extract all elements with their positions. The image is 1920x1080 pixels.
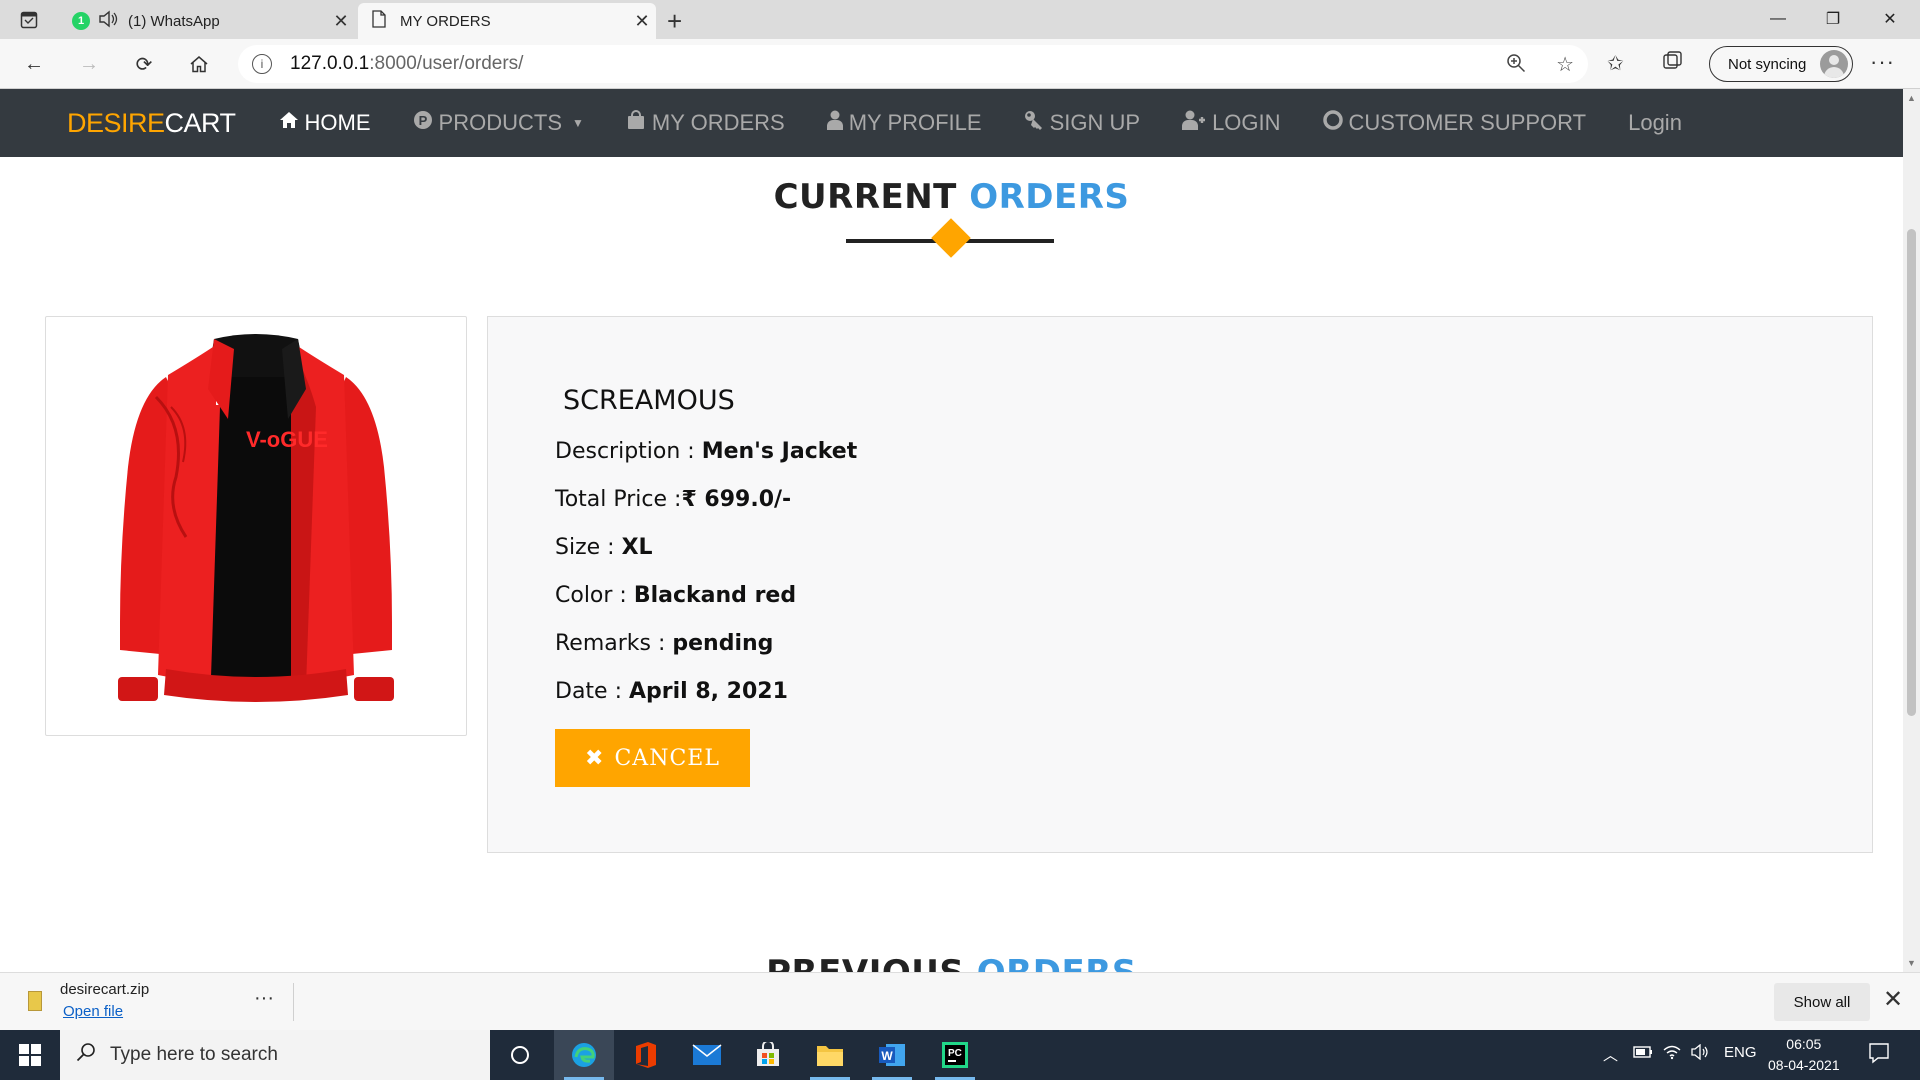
close-window-icon[interactable]: ✕: [1865, 4, 1915, 34]
scrollbar-thumb[interactable]: [1907, 229, 1916, 716]
nav-home[interactable]: HOME: [279, 110, 371, 136]
edge-browser-icon[interactable]: [554, 1030, 614, 1080]
svg-text:W: W: [881, 1049, 893, 1063]
back-icon[interactable]: ←: [16, 49, 52, 79]
close-tab-icon[interactable]: ✕: [327, 11, 355, 32]
close-shelf-icon[interactable]: ✕: [1883, 985, 1903, 1014]
shelf-divider: [293, 983, 294, 1021]
nav-products[interactable]: P PRODUCTS ▼: [413, 110, 584, 136]
close-icon: ✖: [585, 745, 605, 771]
remarks-row: Remarks : pending: [555, 631, 774, 656]
cancel-order-button[interactable]: ✖ CANCEL: [555, 729, 750, 787]
chevron-down-icon: ▼: [572, 116, 584, 130]
product-image-jacket: V-oGUE: [118, 334, 394, 702]
notifications-icon[interactable]: [1868, 1042, 1890, 1068]
tab-whatsapp[interactable]: 1 (1) WhatsApp ✕: [60, 3, 355, 39]
browser-toolbar: ← → ⟳ i 127.0.0.1:8000/user/orders/ ☆ ✩ …: [0, 39, 1920, 89]
cortana-icon[interactable]: [490, 1030, 550, 1080]
product-name: SCREAMOUS: [563, 385, 735, 416]
speaker-icon[interactable]: [98, 10, 118, 32]
page-icon: [372, 10, 386, 32]
nav-login-link[interactable]: Login: [1628, 110, 1682, 136]
windows-start-icon[interactable]: [0, 1030, 60, 1080]
pycharm-icon[interactable]: PC: [925, 1030, 985, 1080]
download-more-icon[interactable]: ···: [254, 987, 274, 1010]
nav-login[interactable]: LOGIN: [1182, 110, 1281, 136]
products-icon: P: [413, 110, 433, 136]
word-icon[interactable]: W: [862, 1030, 922, 1080]
forward-icon[interactable]: →: [71, 49, 107, 79]
order-details-card: SCREAMOUS Description : Men's Jacket Tot…: [487, 316, 1873, 853]
site-navbar: DESIRECART HOME P PRODUCTS ▼ MY ORDERS M…: [0, 89, 1903, 157]
nav-sign-up[interactable]: SIGN UP: [1024, 110, 1140, 136]
whatsapp-icon: 1: [72, 12, 90, 30]
user-icon: [826, 110, 843, 136]
battery-icon[interactable]: [1633, 1044, 1653, 1064]
office-icon[interactable]: [616, 1030, 676, 1080]
favorites-icon[interactable]: ✩: [1607, 51, 1624, 76]
address-bar[interactable]: i 127.0.0.1:8000/user/orders/ ☆: [238, 45, 1588, 83]
shopping-bag-icon: [626, 110, 646, 136]
add-favorite-icon[interactable]: ☆: [1556, 52, 1574, 77]
nav-my-profile[interactable]: MY PROFILE: [826, 110, 982, 136]
open-file-link[interactable]: Open file: [63, 1003, 123, 1020]
size-row: Size : XL: [555, 535, 653, 560]
tab-title: MY ORDERS: [400, 12, 491, 30]
divider-diamond: [931, 218, 971, 258]
page-viewport: DESIRECART HOME P PRODUCTS ▼ MY ORDERS M…: [0, 89, 1903, 972]
nav-my-orders[interactable]: MY ORDERS: [626, 110, 785, 136]
current-orders-heading: CURRENT ORDERS: [773, 177, 1130, 217]
user-plus-icon: [1182, 110, 1206, 136]
nav-customer-support[interactable]: CUSTOMER SUPPORT: [1322, 110, 1586, 136]
download-filename[interactable]: desirecart.zip: [60, 981, 149, 998]
restore-icon[interactable]: ❐: [1808, 4, 1858, 34]
key-icon: [1024, 110, 1044, 136]
wifi-icon[interactable]: [1663, 1044, 1681, 1064]
url-text: 127.0.0.1:8000/user/orders/: [290, 53, 524, 74]
page-scrollbar[interactable]: ▲ ▼: [1903, 89, 1920, 972]
color-row: Color : Blackand red: [555, 583, 797, 608]
taskbar-search-box[interactable]: Type here to search: [60, 1030, 490, 1080]
home-browser-icon[interactable]: [181, 49, 217, 79]
more-options-icon[interactable]: ···: [1870, 49, 1895, 75]
taskbar-clock[interactable]: 06:05 08-04-2021: [1768, 1034, 1840, 1076]
price-row: Total Price :₹ 699.0/-: [555, 487, 792, 512]
svg-text:PC: PC: [948, 1048, 962, 1059]
product-image-card: V-oGUE: [45, 316, 467, 736]
volume-icon[interactable]: [1690, 1043, 1710, 1064]
tray-chevron-up-icon[interactable]: ︿: [1603, 1044, 1618, 1065]
home-icon: [279, 111, 299, 135]
search-icon: [76, 1042, 96, 1068]
new-tab-button[interactable]: +: [667, 6, 682, 37]
site-info-icon[interactable]: i: [252, 54, 272, 74]
close-tab-icon[interactable]: ✕: [628, 11, 656, 32]
profile-sync-button[interactable]: Not syncing: [1709, 46, 1853, 82]
refresh-icon[interactable]: ⟳: [126, 49, 162, 79]
show-all-button[interactable]: Show all: [1774, 983, 1870, 1021]
file-explorer-icon[interactable]: [800, 1030, 860, 1080]
scroll-up-icon[interactable]: ▲: [1907, 93, 1916, 103]
minimize-icon[interactable]: —: [1753, 4, 1803, 34]
browser-tab-bar: 1 (1) WhatsApp ✕ MY ORDERS ✕ + — ❐ ✕: [0, 0, 1920, 39]
description-row: Description : Men's Jacket: [555, 439, 858, 464]
life-ring-icon: [1322, 110, 1343, 136]
tab-title: (1) WhatsApp: [128, 12, 220, 30]
zoom-icon[interactable]: [1506, 53, 1526, 78]
zip-file-icon: [28, 991, 42, 1011]
collections-icon[interactable]: [1662, 51, 1684, 77]
language-indicator[interactable]: ENG: [1724, 1044, 1757, 1061]
tab-my-orders[interactable]: MY ORDERS ✕: [358, 3, 656, 39]
previous-orders-heading: PREVIOUS ORDERS: [0, 953, 1903, 972]
download-shelf: desirecart.zip Open file ··· Show all ✕: [0, 972, 1920, 1030]
avatar: [1820, 50, 1848, 78]
svg-text:V-oGUE: V-oGUE: [246, 427, 328, 452]
date-row: Date : April 8, 2021: [555, 679, 788, 704]
store-icon[interactable]: [738, 1030, 798, 1080]
tab-actions-icon[interactable]: [14, 8, 44, 32]
brand-logo[interactable]: DESIRECART: [67, 108, 236, 139]
scroll-down-icon[interactable]: ▼: [1907, 958, 1916, 968]
windows-taskbar: Type here to search W PC ︿ ENG 06:05 08-…: [0, 1030, 1920, 1080]
mail-icon[interactable]: [677, 1030, 737, 1080]
svg-text:P: P: [418, 113, 427, 128]
